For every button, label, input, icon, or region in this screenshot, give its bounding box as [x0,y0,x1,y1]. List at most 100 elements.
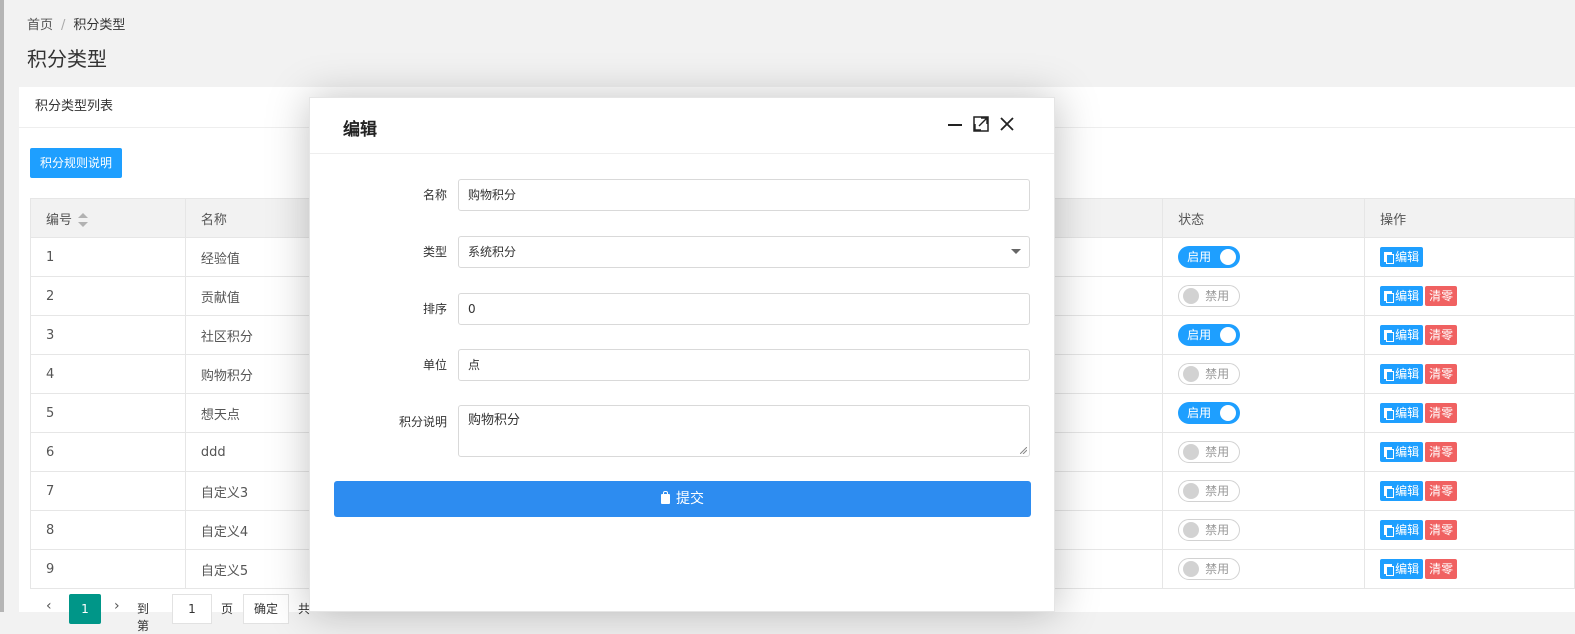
breadcrumb-home[interactable]: 首页 [27,18,53,33]
action-label: 清零 [1429,562,1454,576]
cell-name-text: 购物积分 [200,368,253,384]
status-toggle[interactable]: 启用 [1178,246,1241,268]
edit-button[interactable]: 编辑 [1380,403,1424,423]
toggle-knob [1183,366,1200,382]
cell-status: 禁用 [1162,276,1366,316]
unit-input[interactable]: 点 [458,349,1030,381]
cell-status: 禁用 [1162,471,1366,511]
description-textarea[interactable]: 购物积分 [458,405,1030,457]
status-toggle[interactable]: 禁用 [1178,363,1241,385]
breadcrumb-current: 积分类型 [73,18,126,33]
edit-button[interactable]: 编辑 [1380,559,1424,579]
copy-icon [1384,525,1395,537]
cell-id: 1 [30,237,186,277]
copy-icon [1384,486,1395,498]
maximize-icon-svg [973,116,989,132]
edit-button[interactable]: 编辑 [1380,364,1424,384]
sort-input[interactable]: 0 [458,293,1030,325]
cell-name-text: 社区积分 [200,329,253,345]
minimize-icon[interactable] [946,115,964,133]
cell-status: 禁用 [1162,432,1366,472]
cell-actions: 编辑 清零 [1364,354,1575,394]
cell-actions: 编辑 清零 [1364,510,1575,550]
status-toggle[interactable]: 禁用 [1178,480,1241,502]
type-label: 类型 [422,245,447,259]
toggle-knob [1220,249,1237,265]
cell-id: 2 [30,276,186,316]
status-toggle[interactable]: 启用 [1178,324,1241,346]
close-icon-svg [1000,117,1014,131]
status-toggle-label: 启用 [1187,250,1212,264]
clear-button[interactable]: 清零 [1425,286,1458,306]
column-status: 状态 [1162,198,1366,238]
clear-button[interactable]: 清零 [1425,403,1458,423]
close-icon[interactable] [998,115,1016,133]
cell-status: 启用 [1162,393,1366,433]
status-toggle[interactable]: 禁用 [1178,285,1241,307]
rules-button[interactable]: 积分规则说明 [30,148,123,178]
cell-actions: 编辑 [1364,237,1575,277]
cell-status: 启用 [1162,237,1366,277]
status-toggle[interactable]: 禁用 [1178,441,1241,463]
clear-button[interactable]: 清零 [1425,325,1458,345]
copy-icon [1384,330,1395,342]
status-toggle[interactable]: 禁用 [1178,519,1241,541]
edit-modal: 编辑 名称 购物积分 类型 系统积分 排序 0 单位 点 积分说明 购物积分 提… [309,97,1055,612]
edit-button[interactable]: 编辑 [1380,442,1424,462]
goto-confirm-button[interactable]: 确定 [243,594,289,624]
status-toggle[interactable]: 禁用 [1178,558,1241,580]
description-value: 购物积分 [468,413,521,428]
cell-name-text: 自定义3 [200,485,249,501]
edit-button[interactable]: 编辑 [1380,286,1424,306]
modal-title: 编辑 [343,120,377,140]
clear-button[interactable]: 清零 [1425,520,1458,540]
action-label: 清零 [1429,406,1454,420]
cell-status: 禁用 [1162,549,1366,589]
name-label: 名称 [422,188,447,202]
maximize-icon[interactable] [972,115,990,133]
cell-status: 禁用 [1162,354,1366,394]
modal-header: 编辑 [310,98,1054,154]
copy-icon [1384,291,1395,303]
edit-button[interactable]: 编辑 [1380,520,1424,540]
cell-actions: 编辑 清零 [1364,549,1575,589]
goto-page-input[interactable]: 1 [172,594,212,624]
cell-name-text: ddd [200,444,226,460]
action-label: 编辑 [1395,445,1420,459]
action-label: 编辑 [1395,562,1420,576]
action-label: 编辑 [1395,328,1420,342]
status-toggle[interactable]: 启用 [1178,402,1241,424]
cell-id: 8 [30,510,186,550]
action-label: 清零 [1429,523,1454,537]
cell-actions: 编辑 清零 [1364,471,1575,511]
sort-icon[interactable] [78,213,89,227]
edit-button[interactable]: 编辑 [1380,325,1424,345]
toggle-knob [1183,288,1200,304]
resize-handle-icon[interactable] [1020,447,1027,454]
column-id[interactable]: 编号 [30,198,186,238]
copy-icon [1384,369,1395,381]
action-label: 编辑 [1395,289,1420,303]
breadcrumb: 首页 / 积分类型 [27,14,125,33]
clear-button[interactable]: 清零 [1425,481,1458,501]
current-page[interactable]: 1 [69,594,101,624]
edit-button[interactable]: 编辑 [1380,247,1424,267]
sort-label: 排序 [422,302,447,316]
toggle-knob [1183,483,1200,499]
type-select[interactable]: 系统积分 [458,236,1030,268]
column-ops: 操作 [1364,198,1575,238]
chevron-down-icon [1011,249,1021,254]
name-input[interactable]: 购物积分 [458,179,1030,211]
cell-id: 7 [30,471,186,511]
copy-icon [1384,408,1395,420]
copy-icon [1384,252,1395,264]
clear-button[interactable]: 清零 [1425,442,1458,462]
submit-button[interactable]: 提交 [334,481,1031,517]
cell-id: 4 [30,354,186,394]
clear-button[interactable]: 清零 [1425,559,1458,579]
page-title: 积分类型 [27,47,107,71]
edit-button[interactable]: 编辑 [1380,481,1424,501]
status-toggle-label: 禁用 [1205,367,1230,381]
cell-name-text: 自定义4 [200,524,249,540]
clear-button[interactable]: 清零 [1425,364,1458,384]
